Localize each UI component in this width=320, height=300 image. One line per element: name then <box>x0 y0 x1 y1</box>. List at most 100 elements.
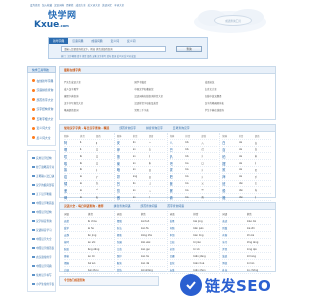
character-cell[interactable]: 罢 <box>170 188 186 193</box>
site-logo[interactable]: 快学网 Kxue.com <box>34 12 78 30</box>
sidebar-link[interactable]: 常用汉字书写 <box>32 271 55 280</box>
table-row[interactable]: 摆脱 bǎi tuō <box>116 218 165 225</box>
word-cell[interactable]: 按时 <box>64 240 88 244</box>
table-row[interactable]: 办法 bàn fǎ <box>116 225 165 232</box>
table-row[interactable]: 爸 bà 父 <box>169 181 218 188</box>
table-row[interactable]: 宝贵 bǎo guì <box>116 246 165 253</box>
table-row[interactable]: 扒 bā 扌 <box>169 153 218 161</box>
panel-sub-link[interactable]: 拼音查询汉字 <box>146 125 163 131</box>
character-cell[interactable]: 爱 <box>64 188 80 193</box>
character-cell[interactable]: 搬 <box>222 195 238 200</box>
word-cell[interactable]: 把握 <box>64 261 88 265</box>
character-cell[interactable]: 败 <box>222 167 238 172</box>
sidebar-link[interactable]: 汉字拼音查询 <box>32 217 55 226</box>
character-cell[interactable]: 傲 <box>117 195 133 200</box>
sidebar-item[interactable]: 反义词大全 <box>32 133 55 143</box>
sidebar-link[interactable]: 中国汉字大全 <box>32 235 55 244</box>
sidebar-link[interactable]: 古汉语常用字 <box>32 253 55 262</box>
sidebar-link[interactable]: 实用汉字结构 <box>32 154 55 163</box>
character-cell[interactable]: 熬 <box>117 188 133 193</box>
word-cell[interactable]: 冰冷 <box>222 240 246 244</box>
top-nav-link[interactable]: 字词大全 <box>114 3 124 9</box>
guide-link[interactable]: 笔画部首组词 <box>64 108 134 113</box>
table-row[interactable]: 癌 ái 疒 <box>64 174 112 181</box>
guide-link[interactable]: 古诗文大全 <box>205 87 275 92</box>
table-row[interactable]: 白 bái 白 <box>222 140 271 147</box>
sidebar-item[interactable]: 近义词大全 <box>32 124 55 134</box>
hot-keywords[interactable]: 热门：汉字笔顺 查字 拼音 部首 五笔 汉字拼写 造句 组词 近义词 反义词 成… <box>61 54 206 58</box>
top-nav-link[interactable]: 英语词汇 <box>102 3 112 9</box>
character-cell[interactable]: 把 <box>170 174 186 179</box>
word-cell[interactable]: 并且 <box>222 247 246 251</box>
character-cell[interactable]: 案 <box>117 161 133 166</box>
character-cell[interactable]: 昂 <box>117 174 133 179</box>
word-cell[interactable]: 宝贵 <box>117 247 141 251</box>
character-cell[interactable]: 阿 <box>64 140 80 145</box>
table-row[interactable]: 背景 bèi jǐng <box>169 218 218 225</box>
character-cell[interactable]: 岸 <box>117 147 133 152</box>
panel-sub-link[interactable]: 拼音查询词语 <box>114 203 131 209</box>
sidebar-link[interactable]: 汉语拼音学习 <box>32 226 55 235</box>
table-row[interactable]: 宾客 bīn kè <box>222 232 271 239</box>
sidebar-link[interactable]: 小学生常用字表 <box>32 280 55 289</box>
sidebar-link[interactable]: 中国汉字笔画表 <box>32 199 55 208</box>
table-row[interactable]: 帮助 bāng zhù <box>116 232 165 239</box>
search-tab[interactable]: 新华字典 <box>49 38 69 44</box>
word-cell[interactable]: 帮助 <box>117 233 141 237</box>
table-row[interactable]: 保护 bǎo hù <box>116 253 165 260</box>
table-row[interactable]: 败 bài 贝 <box>222 167 271 174</box>
table-row[interactable]: 搬 bān 扌 <box>222 194 271 201</box>
table-row[interactable]: 摆 bǎi 扌 <box>222 160 271 167</box>
table-row[interactable]: 波浪 bō làng <box>222 253 271 260</box>
character-cell[interactable]: 爸 <box>170 181 186 186</box>
word-cell[interactable]: 哀愁 <box>64 219 88 223</box>
table-row[interactable]: 安 ān 宀 <box>116 140 165 147</box>
table-row[interactable]: 冰冷 bīng lěng <box>222 239 271 246</box>
table-row[interactable]: 报答 bào dá <box>116 260 165 267</box>
sidebar-item[interactable]: 部首查字大全 <box>32 95 55 105</box>
table-row[interactable]: 按 àn 扌 <box>116 153 165 161</box>
sidebar-link[interactable]: 汉字的偏旁部首 <box>32 181 55 190</box>
table-row[interactable]: 哎 āi 口 <box>64 153 112 161</box>
table-row[interactable]: 罢 bà 罒 <box>169 187 218 195</box>
sidebar-link[interactable]: 拉丁语笔画字对 <box>32 163 55 172</box>
table-row[interactable]: 拜 bài 手 <box>222 174 271 181</box>
table-row[interactable]: 奥秘 ào mì <box>64 253 112 260</box>
guide-link[interactable]: 汉语拼音字母表及发音 <box>134 101 204 106</box>
sidebar-link[interactable]: 中国汉字词典 <box>32 262 55 271</box>
guide-link[interactable]: 成人汉字教学 <box>64 87 134 92</box>
table-row[interactable]: 把 bǎ 扌 <box>169 174 218 181</box>
top-nav-link[interactable]: 近义词大全 <box>88 3 101 9</box>
word-cell[interactable]: 边疆 <box>170 254 194 258</box>
search-input[interactable]: 请输入您要查询的汉字，例如 拼音或部首查询 <box>61 46 166 52</box>
word-cell[interactable]: 表达 <box>222 219 246 223</box>
top-nav-link[interactable]: 成语大全 <box>76 3 86 9</box>
guide-link[interactable]: 中国文学名著鉴赏 <box>134 87 204 92</box>
word-cell[interactable]: 必须 <box>170 247 194 251</box>
character-cell[interactable]: 霸 <box>170 195 186 200</box>
character-cell[interactable]: 啊 <box>64 147 80 152</box>
word-cell[interactable]: 奥秘 <box>64 254 88 258</box>
character-cell[interactable]: 拔 <box>170 167 186 172</box>
guide-link[interactable]: 康熙字典查询 <box>64 94 134 99</box>
character-cell[interactable]: 暗 <box>117 167 133 172</box>
character-cell[interactable]: 哎 <box>64 154 80 159</box>
guide-link[interactable]: 国学书籍库 <box>134 80 204 85</box>
table-row[interactable]: 必须 bì xū <box>169 246 218 253</box>
table-row[interactable]: 霸 bà 雨 <box>169 194 218 201</box>
search-button[interactable]: 查询 <box>176 46 202 52</box>
guide-link[interactable]: 严先生成语大全 <box>64 80 134 85</box>
table-row[interactable]: 挨 āi 扌 <box>64 167 112 174</box>
table-row[interactable]: 并且 bìng qiě <box>222 246 271 253</box>
word-cell[interactable]: 博览 <box>222 261 246 265</box>
table-row[interactable]: 岸 àn 山 <box>116 147 165 154</box>
guide-link[interactable]: 汉语词典在线查询拼音大全 <box>134 94 204 99</box>
table-row[interactable]: 哀愁 āi chóu <box>64 218 112 225</box>
word-cell[interactable]: 变化 <box>170 261 194 265</box>
character-cell[interactable]: 摆 <box>222 161 238 166</box>
character-cell[interactable]: 八 <box>170 140 186 145</box>
word-cell[interactable]: 办法 <box>117 226 141 230</box>
table-row[interactable]: 按时 àn shí <box>64 239 112 246</box>
table-row[interactable]: 本领 běn lǐng <box>169 232 218 239</box>
table-row[interactable]: 般 bān 舟 <box>222 187 271 195</box>
